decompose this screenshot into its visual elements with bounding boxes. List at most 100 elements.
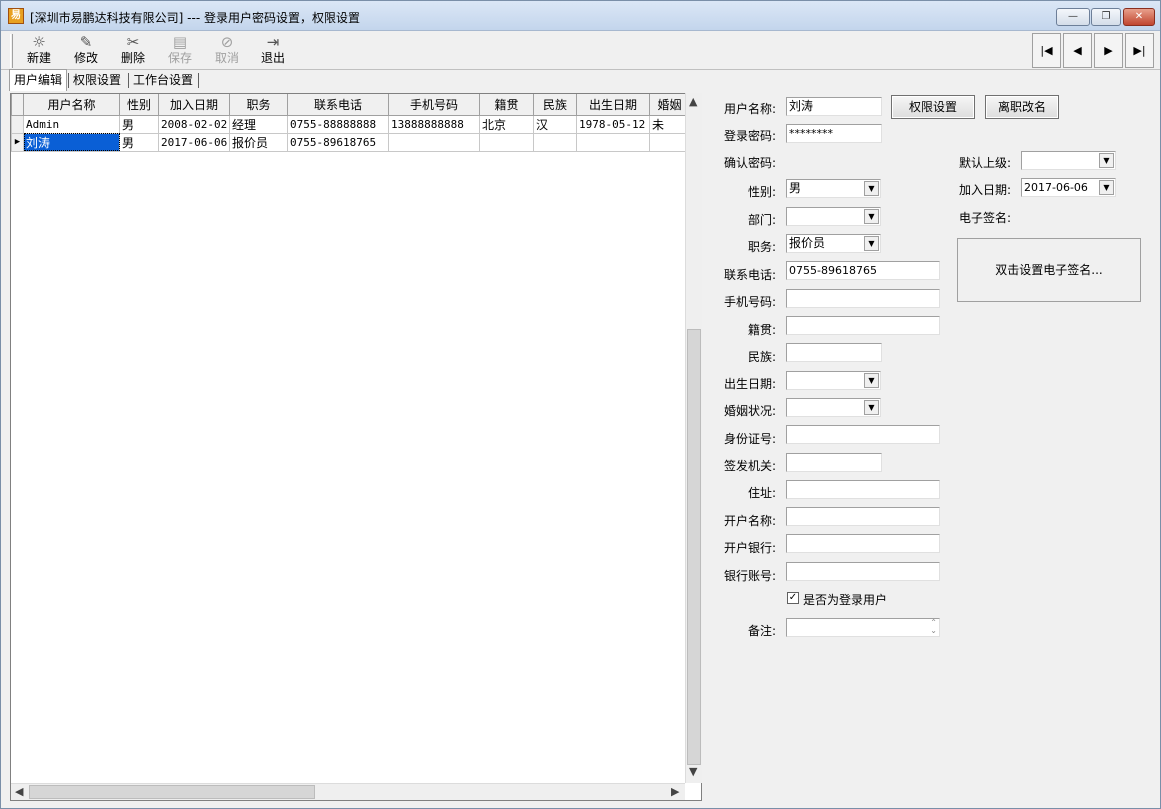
table-cell[interactable]: [388, 132, 480, 152]
column-header[interactable]: 手机号码: [388, 94, 480, 116]
login-user-checkbox[interactable]: ✓: [787, 592, 799, 604]
ethnicity-label: 民族:: [748, 350, 777, 364]
last-record-button[interactable]: ▶|: [1125, 33, 1154, 68]
gender-select[interactable]: 男 ▼: [786, 179, 881, 198]
table-cell[interactable]: [533, 132, 577, 152]
dropdown-arrow-icon[interactable]: ▼: [1099, 180, 1114, 195]
phone-label: 联系电话:: [724, 268, 777, 282]
save-button[interactable]: ▤ 保存: [158, 33, 202, 69]
dropdown-arrow-icon[interactable]: ▼: [864, 181, 879, 196]
column-header[interactable]: 用户名称: [23, 94, 120, 116]
issuer-input[interactable]: [786, 453, 882, 472]
table-row[interactable]: ▶ 刘涛 男 2017-06-06 报价员 0755-89618765: [11, 132, 690, 152]
table-cell[interactable]: 未: [649, 114, 690, 134]
table-cell[interactable]: 1978-05-12: [576, 114, 650, 134]
table-cell[interactable]: 刘涛: [23, 132, 120, 152]
native-place-input[interactable]: [786, 316, 940, 335]
table-cell[interactable]: 0755-89618765: [287, 132, 389, 152]
table-cell[interactable]: 男: [119, 132, 159, 152]
account-name-input[interactable]: [786, 507, 940, 526]
table-cell[interactable]: 0755-88888888: [287, 114, 389, 134]
remark-label: 备注:: [748, 624, 777, 638]
table-cell[interactable]: [479, 132, 534, 152]
column-header[interactable]: 加入日期: [158, 94, 230, 116]
table-cell[interactable]: [649, 132, 690, 152]
column-header[interactable]: 出生日期: [576, 94, 650, 116]
dropdown-arrow-icon[interactable]: ▼: [864, 236, 879, 251]
exit-label: 退出: [260, 51, 285, 65]
address-input[interactable]: [786, 480, 940, 499]
dropdown-arrow-icon[interactable]: ▼: [864, 373, 879, 388]
phone-input[interactable]: 0755-89618765: [786, 261, 940, 280]
vertical-scroll-thumb[interactable]: [687, 329, 701, 765]
scroll-left-arrow-icon[interactable]: ◀: [15, 785, 23, 798]
password-input[interactable]: ********: [786, 124, 882, 143]
dropdown-arrow-icon[interactable]: ▼: [1099, 153, 1114, 168]
column-header[interactable]: 婚姻: [649, 94, 690, 116]
title-bar[interactable]: 易 [深圳市易鹏达科技有限公司] --- 登录用户密码设置，权限设置 — ❐ ✕: [1, 1, 1160, 31]
rename-resign-button[interactable]: 离职改名: [985, 95, 1059, 119]
join-date-picker[interactable]: 2017-06-06 ▼: [1021, 178, 1116, 197]
bank-input[interactable]: [786, 534, 940, 553]
remark-textarea[interactable]: ⌃ ⌄: [786, 618, 940, 637]
minimize-button[interactable]: —: [1056, 8, 1090, 26]
grid-horizontal-scrollbar[interactable]: ◀ ▶: [11, 783, 685, 800]
exit-button[interactable]: ⇥ 退出: [251, 33, 295, 69]
table-cell[interactable]: 13888888888: [388, 114, 480, 134]
first-record-button[interactable]: |◀: [1032, 33, 1061, 68]
table-cell[interactable]: 男: [119, 114, 159, 134]
table-cell[interactable]: 北京: [479, 114, 534, 134]
id-number-input[interactable]: [786, 425, 940, 444]
signature-box[interactable]: 双击设置电子签名...: [957, 238, 1141, 302]
prev-record-button[interactable]: ◀: [1063, 33, 1092, 68]
grid-vertical-scrollbar[interactable]: ▲ ▼: [685, 93, 702, 783]
table-header-row: 用户名称 性别 加入日期 职务 联系电话 手机号码 籍贯 民族 出生日期 婚姻: [11, 94, 690, 116]
scroll-right-arrow-icon[interactable]: ▶: [671, 785, 679, 798]
scroll-up-arrow-icon[interactable]: ▲: [689, 95, 697, 108]
delete-button[interactable]: ✂ 删除: [111, 33, 155, 69]
permission-settings-button[interactable]: 权限设置: [891, 95, 975, 119]
column-header[interactable]: 籍贯: [479, 94, 534, 116]
cancel-button[interactable]: ⊘ 取消: [205, 33, 249, 69]
user-grid[interactable]: 用户名称 性别 加入日期 职务 联系电话 手机号码 籍贯 民族 出生日期 婚姻 …: [10, 93, 702, 801]
scroll-down-arrow-icon[interactable]: ▼: [689, 765, 697, 778]
horizontal-scroll-thumb[interactable]: [29, 785, 315, 799]
new-button[interactable]: ☼ 新建: [17, 33, 61, 69]
row-indicator[interactable]: [11, 114, 24, 134]
table-cell[interactable]: 汉: [533, 114, 577, 134]
position-select[interactable]: 报价员 ▼: [786, 234, 881, 253]
dropdown-arrow-icon[interactable]: ▼: [864, 400, 879, 415]
ethnicity-input[interactable]: [786, 343, 882, 362]
table-cell[interactable]: 2017-06-06: [158, 132, 230, 152]
table-row[interactable]: Admin 男 2008-02-02 经理 0755-88888888 1388…: [11, 114, 690, 134]
table-cell[interactable]: Admin: [23, 114, 120, 134]
toolbar-grip[interactable]: [10, 34, 13, 68]
tab-user-edit[interactable]: 用户编辑: [9, 69, 68, 91]
tab-permission[interactable]: 权限设置: [69, 70, 125, 90]
column-header[interactable]: 民族: [533, 94, 577, 116]
department-select[interactable]: ▼: [786, 207, 881, 226]
current-row-indicator[interactable]: ▶: [11, 132, 24, 152]
table-cell[interactable]: [576, 132, 650, 152]
marital-status-select[interactable]: ▼: [786, 398, 881, 417]
table-cell[interactable]: 报价员: [229, 132, 288, 152]
table-cell[interactable]: 2008-02-02: [158, 114, 230, 134]
edit-button[interactable]: ✎ 修改: [64, 33, 108, 69]
close-button[interactable]: ✕: [1123, 8, 1155, 26]
mobile-input[interactable]: [786, 289, 940, 308]
restore-button[interactable]: ❐: [1091, 8, 1121, 26]
dropdown-arrow-icon[interactable]: ▼: [864, 209, 879, 224]
table-cell[interactable]: 经理: [229, 114, 288, 134]
account-name-label: 开户名称:: [724, 514, 777, 528]
account-number-input[interactable]: [786, 562, 940, 581]
column-header[interactable]: 职务: [229, 94, 288, 116]
default-superior-select[interactable]: ▼: [1021, 151, 1116, 170]
birth-date-picker[interactable]: ▼: [786, 371, 881, 390]
column-header[interactable]: 性别: [119, 94, 159, 116]
login-user-label[interactable]: 是否为登录用户: [803, 591, 887, 608]
username-input[interactable]: 刘涛: [786, 97, 882, 116]
id-number-label: 身份证号:: [724, 432, 777, 446]
next-record-button[interactable]: ▶: [1094, 33, 1123, 68]
column-header[interactable]: 联系电话: [287, 94, 389, 116]
tab-workbench[interactable]: 工作台设置: [129, 70, 197, 90]
